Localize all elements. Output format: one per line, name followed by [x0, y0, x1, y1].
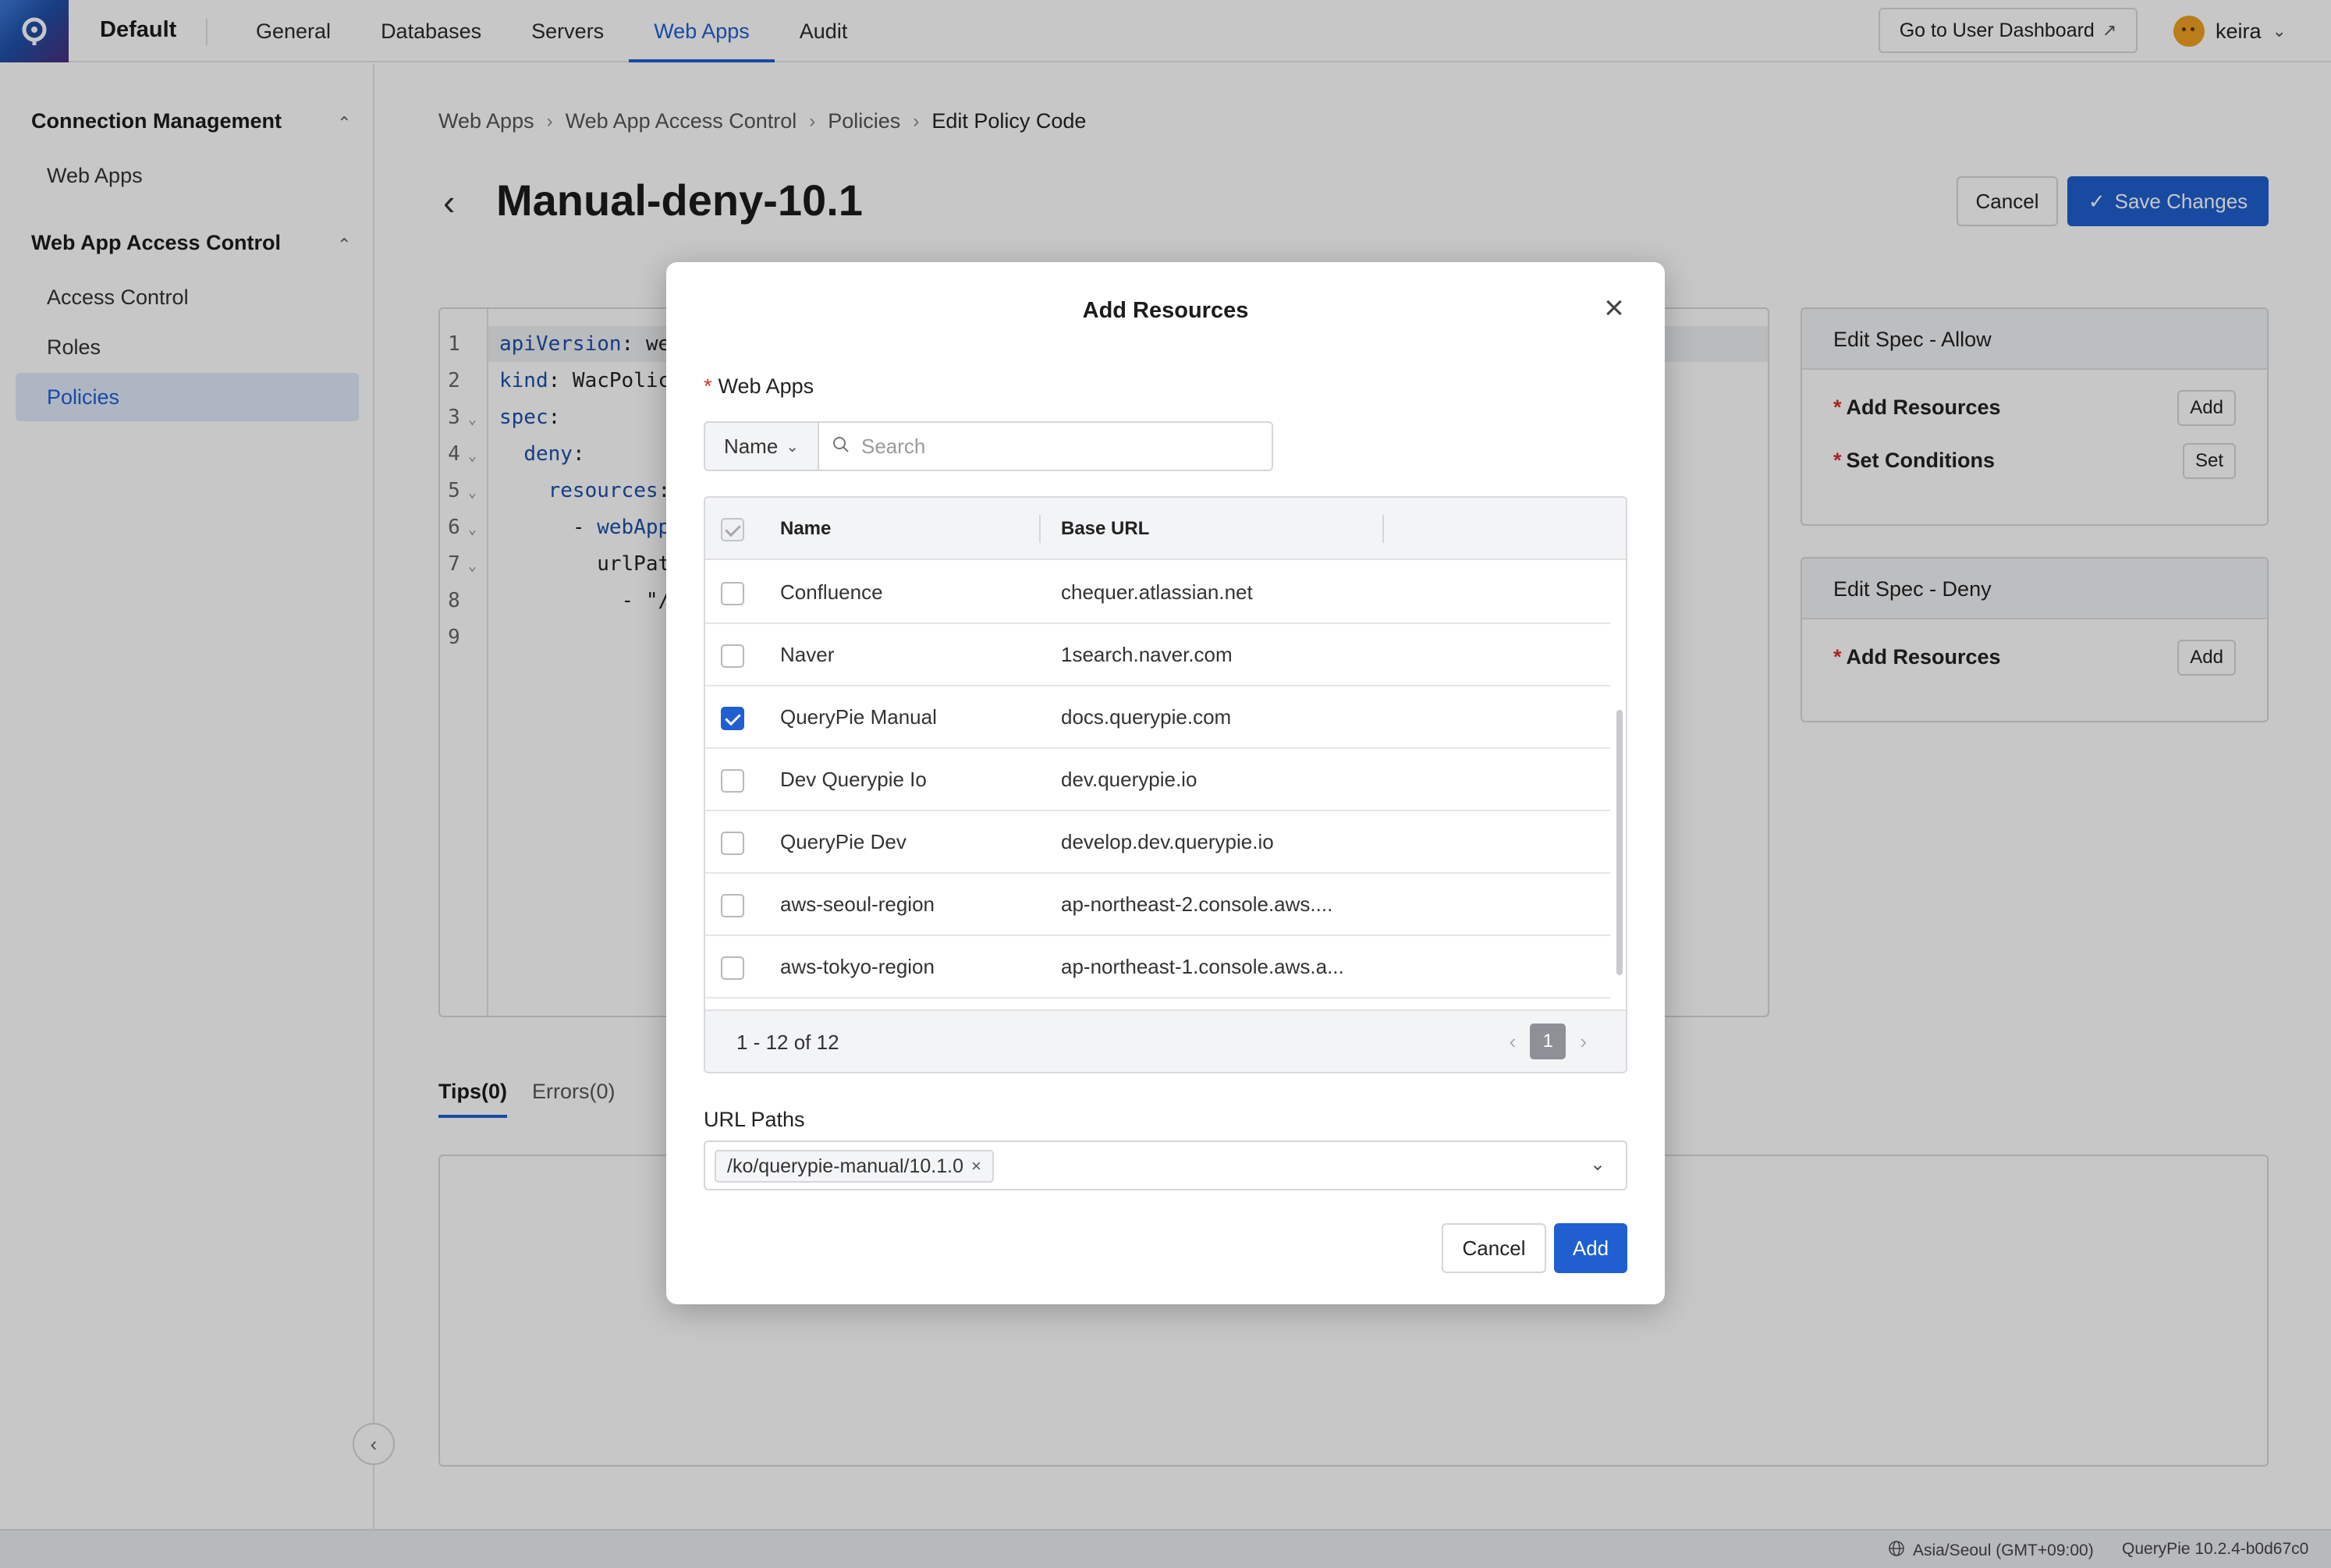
- row-base-url-cell: ap-northeast-1.console.aws.a...: [1061, 955, 1344, 978]
- column-divider: [1039, 515, 1041, 543]
- current-page-button[interactable]: 1: [1530, 1023, 1566, 1059]
- filter-field-value: Name: [723, 434, 779, 458]
- remove-tag-icon[interactable]: ×: [971, 1151, 981, 1181]
- row-name-cell: aws-seoul-region: [780, 892, 935, 916]
- pagination: ‹ 1 ›: [1510, 1023, 1587, 1059]
- row-base-url-cell: 1search.naver.com: [1061, 643, 1233, 666]
- url-path-tag: /ko/querypie-manual/10.1.0 ×: [715, 1150, 994, 1183]
- scrollbar-thumb[interactable]: [1616, 710, 1623, 975]
- chevron-down-icon: ⌄: [1589, 1154, 1605, 1175]
- row-name-cell: QueryPie Dev: [780, 830, 906, 853]
- search-icon: [832, 435, 850, 458]
- web-apps-label-text: Web Apps: [718, 374, 814, 398]
- chevron-down-icon: ⌄: [786, 438, 800, 456]
- close-icon[interactable]: ×: [1598, 291, 1630, 326]
- web-apps-table: Name Base URL Confluence chequer.atlassia…: [704, 496, 1627, 1073]
- required-marker: *: [704, 374, 712, 398]
- table-row[interactable]: QueryPie Dev develop.dev.querypie.io: [705, 811, 1610, 874]
- table-footer: 1 - 12 of 12 ‹ 1 ›: [705, 1009, 1626, 1072]
- row-base-url-cell: dev.querypie.io: [1061, 768, 1197, 791]
- table-row[interactable]: aws-seoul-region ap-northeast-2.console.a…: [705, 874, 1610, 936]
- pagination-summary: 1 - 12 of 12: [736, 1031, 839, 1054]
- search-input[interactable]: [861, 434, 1251, 459]
- modal-cancel-button[interactable]: Cancel: [1442, 1223, 1546, 1273]
- search-filter: Name ⌄: [704, 421, 1273, 471]
- column-name-header[interactable]: Name: [780, 498, 831, 560]
- search-field: [819, 421, 1273, 471]
- table-row[interactable]: aws-tokyo-region ap-northeast-1.console.a…: [705, 936, 1610, 999]
- row-name-cell: Naver: [780, 643, 835, 666]
- row-base-url-cell: ap-northeast-2.console.aws....: [1061, 892, 1333, 916]
- prev-page-icon[interactable]: ‹: [1510, 1030, 1517, 1054]
- table-row[interactable]: Confluence chequer.atlassian.net: [705, 562, 1610, 624]
- table-scrollbar[interactable]: [1613, 562, 1626, 1009]
- row-checkbox[interactable]: [721, 582, 744, 605]
- add-resources-modal: Add Resources × *Web Apps Name ⌄ Name Ba…: [666, 262, 1665, 1304]
- row-base-url-cell: chequer.atlassian.net: [1061, 580, 1253, 604]
- next-page-icon[interactable]: ›: [1580, 1030, 1587, 1054]
- filter-field-select[interactable]: Name ⌄: [704, 421, 819, 471]
- modal-title: Add Resources: [1082, 298, 1249, 323]
- url-path-tag-text: /ko/querypie-manual/10.1.0: [727, 1155, 963, 1177]
- row-base-url-cell: docs.querypie.com: [1061, 705, 1232, 729]
- url-paths-select[interactable]: /ko/querypie-manual/10.1.0 × ⌄: [704, 1141, 1627, 1190]
- row-checkbox[interactable]: [721, 769, 744, 793]
- column-base-url-header[interactable]: Base URL: [1061, 498, 1149, 560]
- table-row[interactable]: Dev Querypie Io dev.querypie.io: [705, 749, 1610, 811]
- row-checkbox[interactable]: [721, 894, 744, 917]
- row-checkbox[interactable]: [721, 956, 744, 980]
- web-apps-field-label: * Web Apps: [704, 374, 814, 399]
- row-name-cell: QueryPie Manual: [780, 705, 937, 729]
- row-checkbox[interactable]: [721, 832, 744, 855]
- table-header: Name Base URL: [705, 498, 1626, 560]
- row-name-cell: aws-tokyo-region: [780, 955, 935, 978]
- row-name-cell: Confluence: [780, 580, 883, 604]
- modal-add-button[interactable]: Add: [1554, 1223, 1627, 1273]
- row-checkbox[interactable]: [721, 707, 744, 730]
- row-checkbox[interactable]: [721, 644, 744, 668]
- select-all-checkbox[interactable]: [721, 518, 744, 541]
- row-name-cell: Dev Querypie Io: [780, 768, 927, 791]
- table-row[interactable]: Naver 1search.naver.com: [705, 624, 1610, 686]
- table-row[interactable]: QueryPie Manual docs.querypie.com: [705, 686, 1610, 749]
- column-divider: [1382, 515, 1384, 543]
- url-paths-label: URL Paths: [704, 1108, 805, 1131]
- app-page: Default General Databases Servers Web Ap…: [0, 0, 2331, 1568]
- row-base-url-cell: develop.dev.querypie.io: [1061, 830, 1274, 853]
